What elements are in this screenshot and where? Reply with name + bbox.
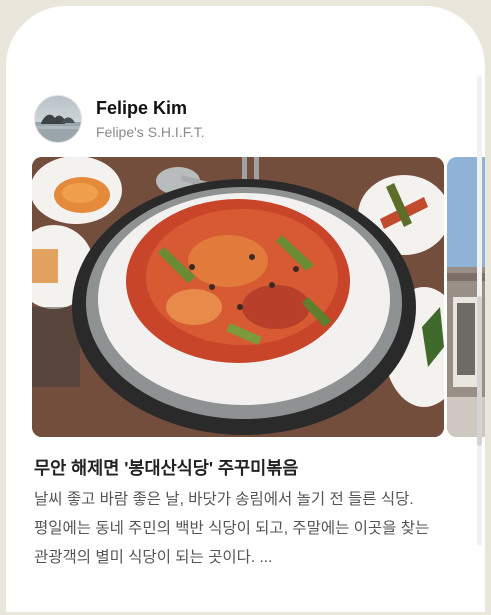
- blog-post-card[interactable]: Felipe Kim Felipe's S.H.I.F.T. 무안 해제면 '봉…: [6, 6, 485, 612]
- post-title[interactable]: 무안 해제면 '봉대산식당' 주꾸미볶음: [34, 454, 464, 482]
- author-header[interactable]: Felipe Kim Felipe's S.H.I.F.T.: [34, 94, 204, 144]
- author-name[interactable]: Felipe Kim: [96, 97, 204, 119]
- author-avatar[interactable]: [34, 95, 82, 143]
- scrollbar-thumb[interactable]: [477, 296, 482, 446]
- post-thumbnail[interactable]: [32, 157, 444, 437]
- food-photo-icon: [32, 157, 444, 437]
- avatar-island-icon: [35, 96, 81, 142]
- blog-name[interactable]: Felipe's S.H.I.F.T.: [96, 122, 204, 142]
- post-excerpt[interactable]: 날씨 좋고 바람 좋은 날, 바닷가 송림에서 놀기 전 들른 식당. 평일에는…: [34, 485, 466, 572]
- author-text: Felipe Kim Felipe's S.H.I.F.T.: [96, 97, 204, 142]
- app-frame: Felipe Kim Felipe's S.H.I.F.T. 무안 해제면 '봉…: [0, 0, 491, 615]
